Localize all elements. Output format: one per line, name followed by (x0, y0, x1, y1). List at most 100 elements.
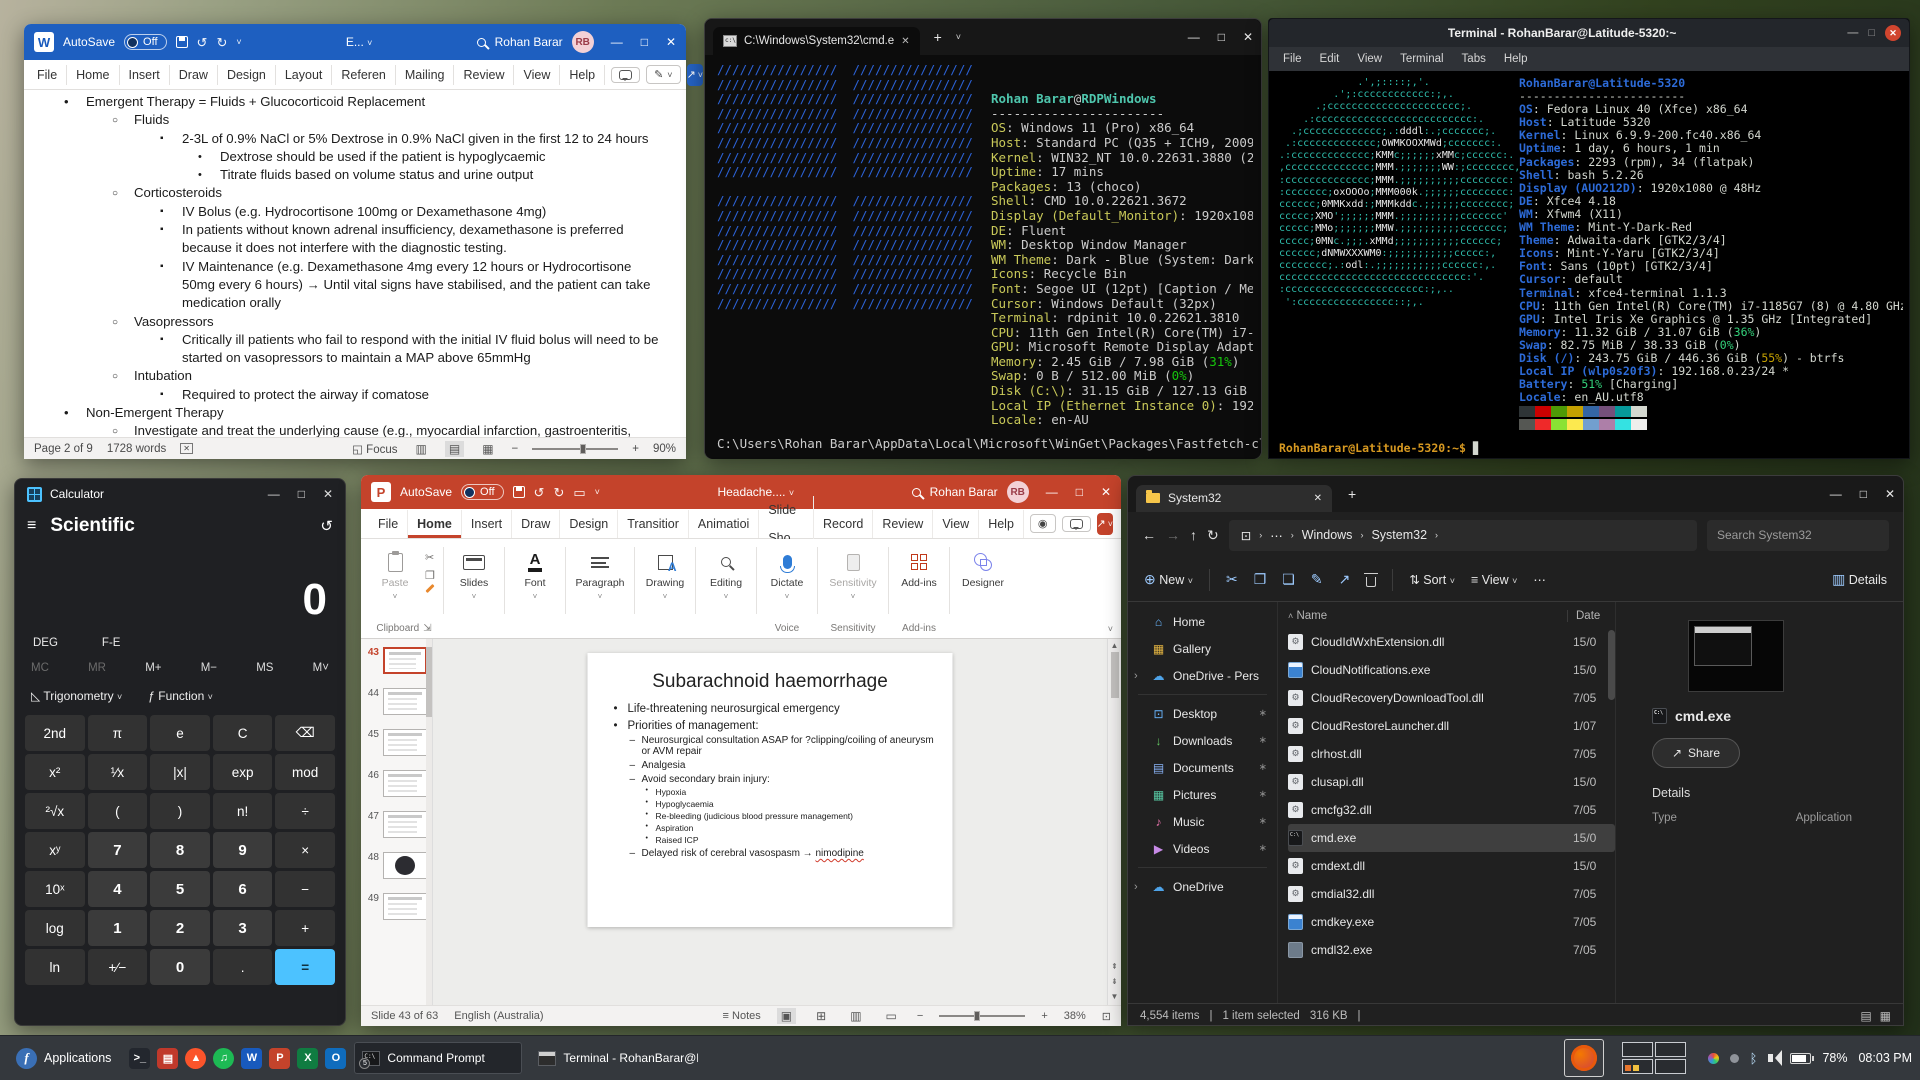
sidebar-item[interactable]: ▦ Gallery (1128, 635, 1277, 662)
ribbon-tab[interactable]: Draw (512, 509, 561, 538)
calculator-key[interactable]: mod (275, 754, 335, 790)
cmd-tab[interactable]: c:\ C:\Windows\System32\cmd.e ✕ (713, 27, 920, 55)
maximize-button[interactable]: □ (1860, 487, 1867, 501)
sidebar-item[interactable]: ⊡ Desktop ∗ (1128, 700, 1277, 727)
slide-body[interactable]: • Life-threatening neurosurgical emergenc… (588, 703, 953, 859)
calculator-key[interactable]: . (212, 949, 273, 985)
format-painter-icon[interactable] (425, 583, 435, 594)
ribbon-tab[interactable]: File (369, 509, 409, 538)
ribbon-tab[interactable]: Help (979, 509, 1024, 538)
calculator-key[interactable]: 6 (212, 871, 273, 907)
cmd-output[interactable]: //////////////// ///////////////////////… (705, 55, 1261, 459)
minimize-button[interactable]: — (1847, 27, 1858, 39)
quick-access-chevron[interactable]: ˅ (595, 487, 600, 497)
dictate-button[interactable]: Dictate ˅ (759, 547, 815, 601)
avatar[interactable]: RB (1006, 481, 1029, 503)
thumbnail-scrollbar[interactable] (426, 639, 432, 1005)
calculator-key[interactable]: = (275, 949, 335, 985)
calculator-key[interactable]: 10ˣ (25, 871, 85, 907)
calculator-key[interactable]: ÷ (275, 793, 335, 829)
present-icon[interactable]: ▭ (573, 486, 585, 499)
calculator-key[interactable]: + (275, 910, 335, 946)
minimize-button[interactable]: — (268, 487, 280, 501)
close-button[interactable]: ✕ (1885, 25, 1901, 41)
file-row[interactable]: CloudRestoreLauncher.dll 1/07 (1288, 712, 1615, 740)
ribbon-tab[interactable]: Review (454, 64, 515, 85)
share-button[interactable]: ↗ Share (1652, 738, 1740, 768)
ribbon-tab[interactable]: Draw (170, 64, 218, 85)
ribbon-tab[interactable]: Design (218, 64, 276, 85)
menu-item[interactable]: Tabs (1454, 52, 1494, 66)
calculator-key[interactable]: ²√x (25, 793, 85, 829)
brave-icon[interactable]: ▲ (185, 1047, 207, 1069)
calculator-key[interactable]: − (275, 871, 335, 907)
undo-icon[interactable]: ↺ (534, 486, 545, 499)
zoom-out-button[interactable]: − (512, 443, 519, 455)
sidebar-item[interactable]: ▤ Documents ∗ (1128, 754, 1277, 781)
slide-sorter-icon[interactable]: ⊞ (812, 1008, 830, 1024)
calculator-key[interactable]: 3 (212, 910, 273, 946)
more-options-icon[interactable]: ⋯ (1533, 572, 1546, 587)
minimize-button[interactable]: — (1046, 485, 1058, 499)
ribbon-tab[interactable]: View (514, 64, 561, 85)
ribbon-tab[interactable]: Mailing (396, 64, 455, 85)
word-icon[interactable]: W (241, 1047, 263, 1069)
zoom-out-button[interactable]: − (917, 1010, 923, 1022)
network-icon[interactable] (1729, 1053, 1739, 1063)
quick-access-chevron[interactable]: ˅ (236, 37, 241, 47)
menu-item[interactable]: Edit (1312, 52, 1348, 66)
icon-view-toggle-icon[interactable]: ▦ (1880, 1009, 1891, 1023)
calculator-key[interactable]: π (87, 715, 148, 751)
terminal-output[interactable]: .',;::::;,'. .';:cccccccccccc:;,. .;cccc… (1269, 71, 1909, 458)
breadcrumb-item[interactable]: Windows (1302, 528, 1353, 542)
redo-icon[interactable]: ↻ (216, 36, 227, 49)
file-row[interactable]: cmcfg32.dll 7/05 (1288, 796, 1615, 824)
zoom-level[interactable]: 38% (1064, 1010, 1086, 1022)
document-title[interactable]: Headache.... ˅ (609, 485, 903, 499)
list-scrollbar[interactable] (1608, 630, 1615, 700)
comments-button[interactable] (611, 66, 641, 83)
tray-color-icon[interactable] (1707, 1052, 1719, 1064)
dialog-launcher-icon[interactable]: ⇲ (423, 623, 431, 634)
ribbon-tab[interactable]: File (28, 64, 68, 85)
workspace-switcher[interactable] (1621, 1042, 1686, 1074)
file-row[interactable]: CloudRecoveryDownloadTool.dll 7/05 (1288, 684, 1615, 712)
save-icon[interactable] (512, 486, 525, 498)
sidebar-item[interactable]: ♪ Music ∗ (1128, 808, 1277, 835)
autosave-toggle[interactable]: Off (461, 484, 504, 500)
file-row[interactable]: cmdial32.dll 7/05 (1288, 880, 1615, 908)
minimize-button[interactable]: — (1830, 487, 1842, 501)
calculator-key[interactable]: 9 (212, 832, 273, 868)
new-button[interactable]: ⊕ New ˅ (1144, 571, 1193, 588)
calculator-key[interactable]: 5 (150, 871, 210, 907)
addins-button[interactable]: Add-ins (891, 547, 947, 589)
sort-button[interactable]: ⇅ Sort ˅ (1409, 572, 1455, 587)
trigonometry-dropdown[interactable]: ◺ Trigonometry ˅ (31, 689, 122, 703)
file-row[interactable]: cmd.exe 15/0 (1288, 824, 1615, 852)
close-button[interactable]: ✕ (1101, 485, 1111, 499)
new-tab-button[interactable]: + (1348, 486, 1356, 502)
sidebar-item[interactable]: ▦ Pictures ∗ (1128, 781, 1277, 808)
breadcrumb-overflow[interactable]: ⋯ (1270, 528, 1283, 543)
calculator-key[interactable]: xʸ (25, 832, 85, 868)
menu-item[interactable]: Help (1496, 52, 1536, 66)
memory-button[interactable]: M˅ (313, 662, 329, 674)
cut-icon[interactable]: ✂ (425, 551, 435, 564)
close-button[interactable]: ✕ (1885, 487, 1895, 501)
fit-slide-icon[interactable]: ⊡ (1102, 1010, 1111, 1023)
active-app-indicator[interactable] (1563, 1039, 1604, 1077)
scroll-down-icon[interactable]: ▼ (1111, 992, 1119, 1001)
view-button[interactable]: ≡ View ˅ (1471, 573, 1517, 587)
refresh-button[interactable]: ↻ (1207, 527, 1219, 544)
language-indicator[interactable]: English (Australia) (454, 1010, 543, 1022)
date-column-header[interactable]: Date (1567, 610, 1615, 622)
memory-button[interactable]: MR (88, 662, 106, 674)
paragraph-button[interactable]: Paragraph ˅ (568, 547, 632, 601)
ribbon-tab[interactable]: Help (560, 64, 606, 85)
ribbon-tab[interactable]: Review (873, 509, 934, 538)
calculator-key[interactable]: 0 (150, 949, 210, 985)
workspace-2[interactable] (1654, 1042, 1686, 1057)
editing-button[interactable]: Editing ˅ (698, 547, 754, 601)
fe-button[interactable]: F-E (102, 637, 121, 649)
tab-close-icon[interactable]: ✕ (1314, 493, 1322, 504)
